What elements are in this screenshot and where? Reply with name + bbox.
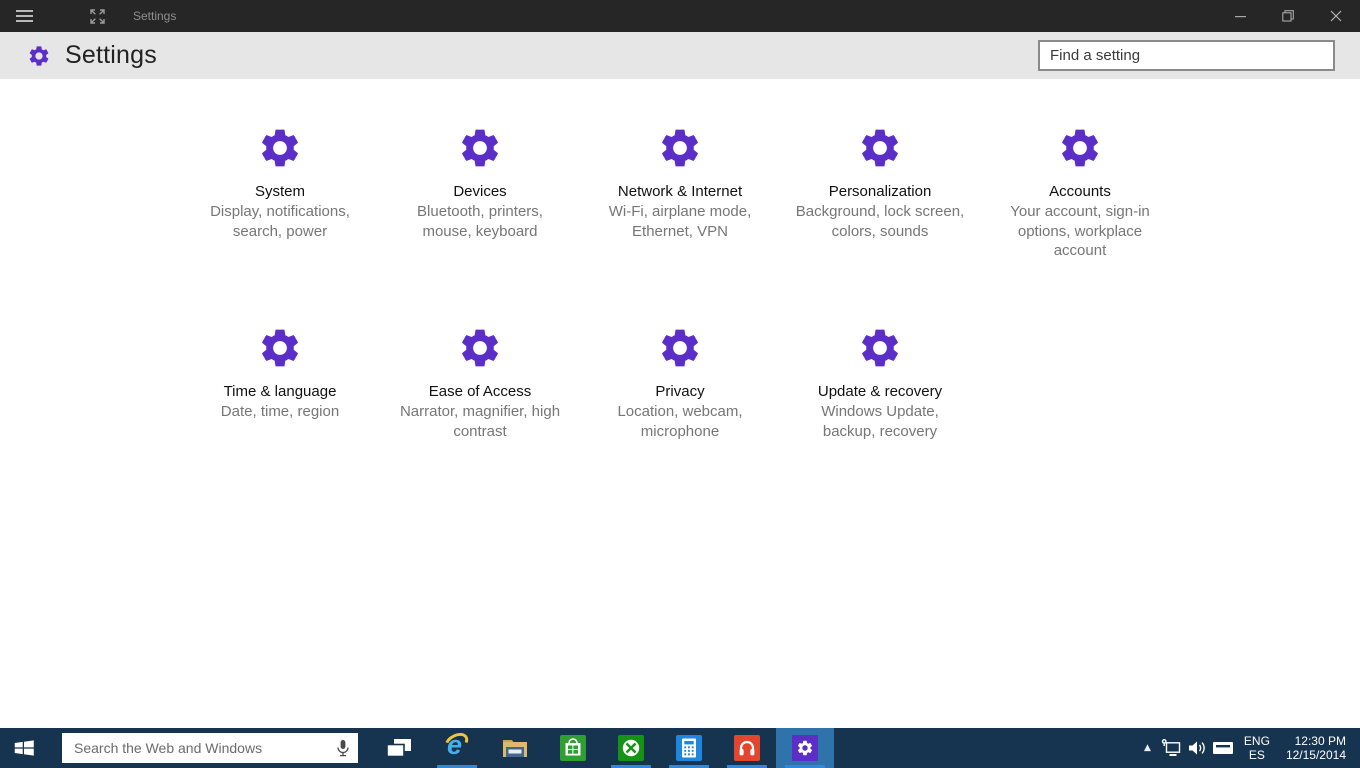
start-button[interactable] xyxy=(0,728,48,768)
language-indicator[interactable]: ENG ES xyxy=(1244,734,1270,762)
settings-content: System Display, notifications, search, p… xyxy=(0,79,1360,728)
tile-update-recovery[interactable]: Update & recovery Windows Update, backup… xyxy=(780,310,980,510)
category-gear-icon xyxy=(457,325,503,371)
tile-time-language[interactable]: Time & language Date, time, region xyxy=(180,310,380,510)
hamburger-menu-icon[interactable] xyxy=(0,0,48,32)
tile-title: Privacy xyxy=(655,383,705,400)
category-gear-icon xyxy=(657,325,703,371)
category-gear-icon xyxy=(257,125,303,171)
window-titlebar: Settings xyxy=(0,0,1360,32)
internet-explorer-button[interactable]: e xyxy=(428,728,486,768)
window-title: Settings xyxy=(133,9,177,23)
xbox-icon xyxy=(618,735,644,761)
tile-description: Windows Update, backup, recovery xyxy=(821,403,939,440)
tile-accounts[interactable]: Accounts Your account, sign-in options, … xyxy=(980,110,1180,310)
tile-system[interactable]: System Display, notifications, search, p… xyxy=(180,110,380,310)
close-button[interactable] xyxy=(1312,0,1360,32)
tile-description: Wi-Fi, airplane mode, Ethernet, VPN xyxy=(608,203,752,240)
network-icon[interactable] xyxy=(1158,728,1184,768)
touch-keyboard-icon[interactable] xyxy=(1210,728,1236,768)
calculator-button[interactable] xyxy=(660,728,718,768)
tile-title: Time & language xyxy=(223,383,337,400)
category-grid: System Display, notifications, search, p… xyxy=(180,79,1180,510)
tile-description: Narrator, magnifier, high contrast xyxy=(399,403,561,440)
language-secondary: ES xyxy=(1248,748,1265,762)
internet-explorer-icon: e xyxy=(441,729,472,762)
tile-description: Display, notifications, search, power xyxy=(210,203,350,240)
language-primary: ENG xyxy=(1243,734,1270,748)
category-gear-icon xyxy=(1057,125,1103,171)
category-gear-icon xyxy=(657,125,703,171)
taskbar-search-input[interactable] xyxy=(62,740,328,756)
find-setting-input[interactable] xyxy=(1038,40,1335,71)
tile-title: Update & recovery xyxy=(817,383,943,400)
clock-time: 12:30 PM xyxy=(1294,734,1346,748)
restore-button[interactable] xyxy=(1264,0,1312,32)
tile-description: Background, lock screen, colors, sounds xyxy=(795,203,965,240)
taskbar-search-box xyxy=(62,733,358,763)
tile-title: Personalization xyxy=(828,183,932,200)
tile-title: Accounts xyxy=(1049,183,1111,200)
tile-ease-of-access[interactable]: Ease of Access Narrator, magnifier, high… xyxy=(380,310,580,510)
headphones-icon xyxy=(734,735,760,761)
page-title: Settings xyxy=(65,41,157,69)
tile-devices[interactable]: Devices Bluetooth, printers, mouse, keyb… xyxy=(380,110,580,310)
taskbar-apps: e xyxy=(370,728,834,768)
taskbar: e xyxy=(0,728,1360,768)
calculator-icon xyxy=(676,735,702,761)
clock[interactable]: 12:30 PM 12/15/2014 xyxy=(1286,734,1346,762)
category-gear-icon xyxy=(857,325,903,371)
category-gear-icon xyxy=(857,125,903,171)
store-button[interactable] xyxy=(544,728,602,768)
file-explorer-icon xyxy=(503,740,527,757)
tile-privacy[interactable]: Privacy Location, webcam, microphone xyxy=(580,310,780,510)
category-gear-icon xyxy=(257,325,303,371)
clock-date: 12/15/2014 xyxy=(1285,748,1346,762)
contact-support-button[interactable] xyxy=(718,728,776,768)
tile-title: System xyxy=(254,183,305,200)
settings-header: Settings xyxy=(0,32,1360,79)
tile-description: Location, webcam, microphone xyxy=(617,403,743,440)
fullscreen-expand-icon[interactable] xyxy=(73,0,121,32)
tile-title: Network & Internet xyxy=(617,183,743,200)
show-hidden-icons-chevron[interactable]: ▲ xyxy=(1137,743,1158,753)
tile-title: Ease of Access xyxy=(428,383,532,400)
store-icon xyxy=(560,735,586,761)
tile-personalization[interactable]: Personalization Background, lock screen,… xyxy=(780,110,980,310)
tile-description: Bluetooth, printers, mouse, keyboard xyxy=(417,203,543,240)
xbox-button[interactable] xyxy=(602,728,660,768)
volume-icon[interactable] xyxy=(1184,728,1210,768)
category-gear-icon xyxy=(457,125,503,171)
tile-description: Date, time, region xyxy=(220,403,340,420)
microphone-icon[interactable] xyxy=(328,739,358,757)
tile-network-internet[interactable]: Network & Internet Wi-Fi, airplane mode,… xyxy=(580,110,780,310)
file-explorer-button[interactable] xyxy=(486,728,544,768)
system-tray: ▲ ENG ES 12:30 PM 12/15/2014 xyxy=(1137,728,1360,768)
tile-description: Your account, sign-in options, workplace… xyxy=(1010,203,1150,259)
settings-gear-icon xyxy=(27,44,51,68)
minimize-button[interactable] xyxy=(1216,0,1264,32)
settings-app-button[interactable] xyxy=(776,728,834,768)
task-view-button[interactable] xyxy=(370,728,428,768)
tile-title: Devices xyxy=(453,183,507,200)
